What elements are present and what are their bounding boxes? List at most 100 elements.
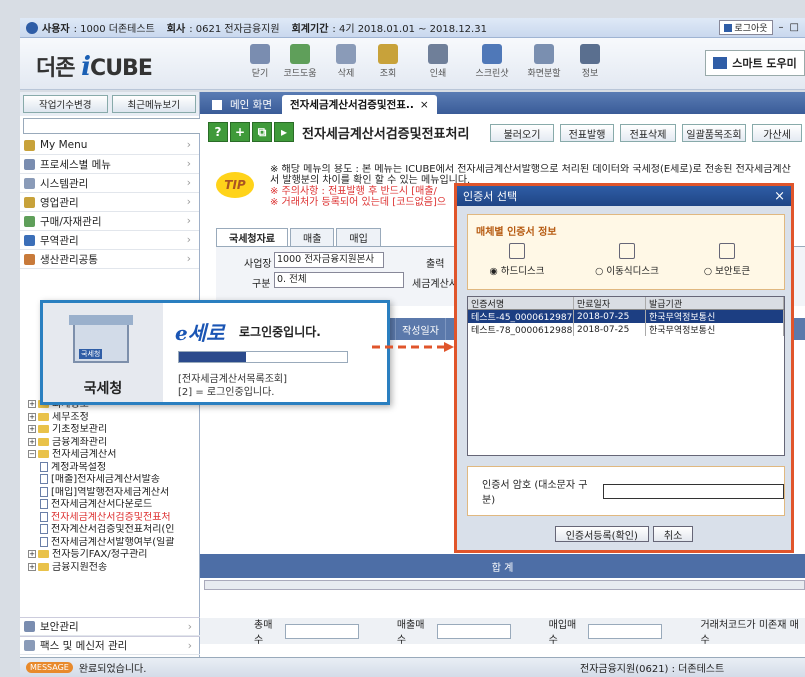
folder-icon [38, 437, 49, 446]
tree-node[interactable]: 전자세금계산서다운로드 [28, 499, 199, 512]
tree-node[interactable]: 전자계산서검증및전표처리(인 [28, 524, 199, 537]
logo-i: i [81, 52, 91, 82]
sidebar-item-label: 보안관리 [40, 621, 79, 633]
add-icon[interactable]: + [230, 122, 250, 142]
tree-node[interactable]: 전자세금계산서검증및전표처 [28, 511, 199, 525]
tree-node[interactable]: [매출]전자세금계산서발송 [28, 474, 199, 487]
subtab-purchase[interactable]: 매입 [336, 228, 381, 246]
expand-icon[interactable]: + [28, 437, 36, 446]
tree-node-label: 계정과목설정 [51, 461, 107, 473]
tab-home[interactable]: 메인 화면 [204, 95, 280, 114]
radio-icon[interactable]: ○ [595, 266, 606, 277]
tab-active[interactable]: 전자세금계산서검증및전표.. × [281, 95, 437, 114]
menu-search-input[interactable] [23, 118, 202, 134]
sidebar-item[interactable]: 보안관리 [20, 617, 200, 636]
maximize-icon[interactable]: □ [790, 22, 799, 33]
sidebar-buttons: 작업기수변경 최근메뉴보기 [20, 92, 199, 116]
login-log-2: [2] = 로그인중입니다. [178, 387, 275, 398]
help-icon[interactable]: ? [208, 122, 228, 142]
tab-active-label: 전자세금계산서검증및전표.. [289, 99, 414, 111]
smart-help-button[interactable]: 스마트 도우미 [705, 50, 805, 76]
tree-node[interactable]: + 금융지원전송 [28, 562, 199, 575]
toolbar-button-5[interactable]: 스크린샷 [470, 42, 514, 88]
action-button[interactable]: 전표발행 [560, 124, 614, 142]
next-icon[interactable]: ▸ [274, 122, 294, 142]
action-button[interactable]: 가산세 [752, 124, 802, 142]
tab-close-icon[interactable]: × [420, 99, 429, 111]
action-button[interactable]: 불러오기 [490, 124, 554, 142]
media-option[interactable]: ○ 이동식디스크 [582, 243, 672, 277]
media-option[interactable]: ○ 보안토큰 [682, 243, 772, 277]
toolbar-button-0[interactable]: 닫기 [238, 42, 282, 88]
expand-icon[interactable]: + [28, 550, 36, 558]
menu-icon [24, 139, 35, 151]
col-expiry: 만료일자 [574, 297, 646, 309]
media-option[interactable]: ◉ 하드디스크 [472, 243, 562, 277]
minimize-icon[interactable]: – [779, 22, 784, 33]
recent-menu-button[interactable]: 최근메뉴보기 [111, 95, 196, 113]
tree-node[interactable]: + 전자등기FAX/청구관리 [28, 549, 199, 562]
expand-icon[interactable]: − [28, 450, 36, 458]
toolbar-button-3[interactable]: 조회 [366, 42, 410, 88]
total-count-field[interactable] [284, 623, 359, 639]
action-button[interactable]: 전표삭제 [620, 124, 676, 142]
h-scrollbar[interactable] [204, 580, 805, 590]
toolbar-button-6[interactable]: 화면분할 [522, 42, 566, 88]
logout-icon [724, 23, 733, 32]
radio-icon[interactable]: ◉ [489, 266, 500, 277]
media-panel: 매체별 인증서 정보 ◉ 하드디스크 ○ 이동식디스크 ○ 보안토큰 [467, 214, 785, 290]
expand-icon[interactable]: + [28, 400, 36, 408]
sidebar-item-label: 무역관리 [40, 234, 79, 247]
site-select[interactable]: 1000 전자금융지원본사 [274, 252, 384, 268]
type-select[interactable]: 0. 전체 [274, 272, 404, 288]
tree-node[interactable]: + 금융계좌관리 [28, 437, 199, 450]
sidebar-item[interactable]: 시스템관리 [20, 174, 199, 193]
tree-node[interactable]: 계정과목설정 [28, 461, 199, 475]
table-row[interactable]: 테스트-78_0000612988 2018-07-25 한국무역정보통신 [468, 323, 784, 336]
sidebar-item[interactable]: 팩스 및 메신저 관리 [20, 636, 200, 655]
toolbar-button-7[interactable]: 정보 [568, 42, 612, 88]
logout-button[interactable]: 로그아웃 [719, 20, 773, 35]
folder-icon [38, 550, 49, 558]
sidebar-item[interactable]: 무역관리 [20, 231, 199, 250]
toolbar-button-2[interactable]: 삭제 [324, 42, 368, 88]
purchase-count-field[interactable] [588, 623, 663, 639]
dashed-arrow-icon [372, 342, 454, 352]
workspace-change-button[interactable]: 작업기수변경 [23, 95, 108, 113]
sidebar-item[interactable]: 구매/자재관리 [20, 212, 199, 231]
sidebar-item[interactable]: 프로세스별 메뉴 [20, 155, 199, 174]
tree-node-label: 전자세금계산서검증및전표처 [51, 511, 171, 523]
action-button[interactable]: 일괄품목조회 [682, 124, 746, 142]
tree-node[interactable]: − 전자세금계산서 [28, 449, 199, 462]
cert-select-dialog: 인증서 선택 × 매체별 인증서 정보 ◉ 하드디스크 ○ 이동식디스크 ○ 보안토… [454, 183, 794, 553]
password-field[interactable] [602, 483, 784, 499]
expand-icon[interactable]: + [28, 425, 36, 433]
radio-icon[interactable]: ○ [704, 266, 715, 277]
toolbar-button-1[interactable]: 코드도움 [278, 42, 322, 88]
tree-node[interactable]: + 세무조정 [28, 412, 199, 425]
toolbar-button-4[interactable]: 인쇄 [416, 42, 460, 88]
code-help-icon [290, 44, 310, 64]
app-badge-icon [26, 21, 38, 34]
cert-close-icon[interactable]: × [774, 189, 785, 204]
info-icon [580, 44, 600, 64]
sidebar-item[interactable]: 생산관리공통 [20, 250, 199, 269]
subtab-nts[interactable]: 국세청자료 [216, 228, 288, 246]
tree-node[interactable]: [매입]역발행전자세금계산서 [28, 486, 199, 500]
tree-node[interactable]: + 기초정보관리 [28, 424, 199, 437]
copy-icon[interactable]: ⧉ [252, 122, 272, 142]
sidebar-item[interactable]: My Menu [20, 136, 199, 155]
document-icon [40, 499, 48, 509]
sidebar-item[interactable]: 영업관리 [20, 193, 199, 212]
subtab-sales[interactable]: 매출 [290, 228, 335, 246]
table-row[interactable]: 테스트-45_0000612987 2018-07-25 한국무역정보통신 [468, 310, 784, 323]
document-icon [40, 474, 48, 484]
sidebar-item-label: 시스템관리 [40, 177, 89, 190]
tree-node[interactable]: 전자세금계산서발행여부(일괄 [28, 536, 199, 550]
expand-icon[interactable]: + [28, 412, 36, 421]
cert-ok-button[interactable]: 인증서등록(확인) [554, 526, 649, 542]
sales-count-field[interactable] [436, 623, 511, 639]
cert-cancel-button[interactable]: 취소 [652, 526, 694, 542]
tree-node-label: 전자세금계산서 [52, 449, 117, 460]
expand-icon[interactable]: + [28, 562, 36, 571]
